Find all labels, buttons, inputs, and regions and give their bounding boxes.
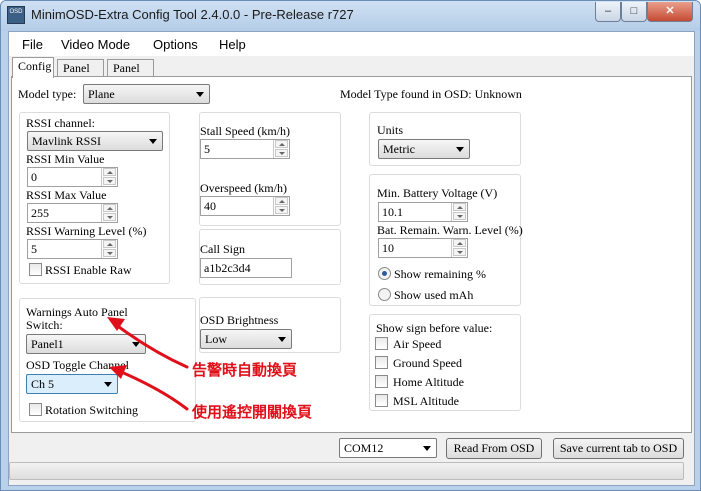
annotation-arrow-remote — [117, 369, 189, 411]
annotation-arrow-auto — [113, 322, 189, 369]
tab-config[interactable]: Config — [12, 57, 54, 78]
app-window: OSD MinimOSD-Extra Config Tool 2.4.0.0 -… — [0, 0, 701, 491]
annotation-auto-switch: 告警時自動換頁 — [192, 361, 298, 379]
annotation-remote-switch: 使用遙控開關換頁 — [192, 403, 313, 421]
annotation-arrows — [107, 317, 189, 411]
